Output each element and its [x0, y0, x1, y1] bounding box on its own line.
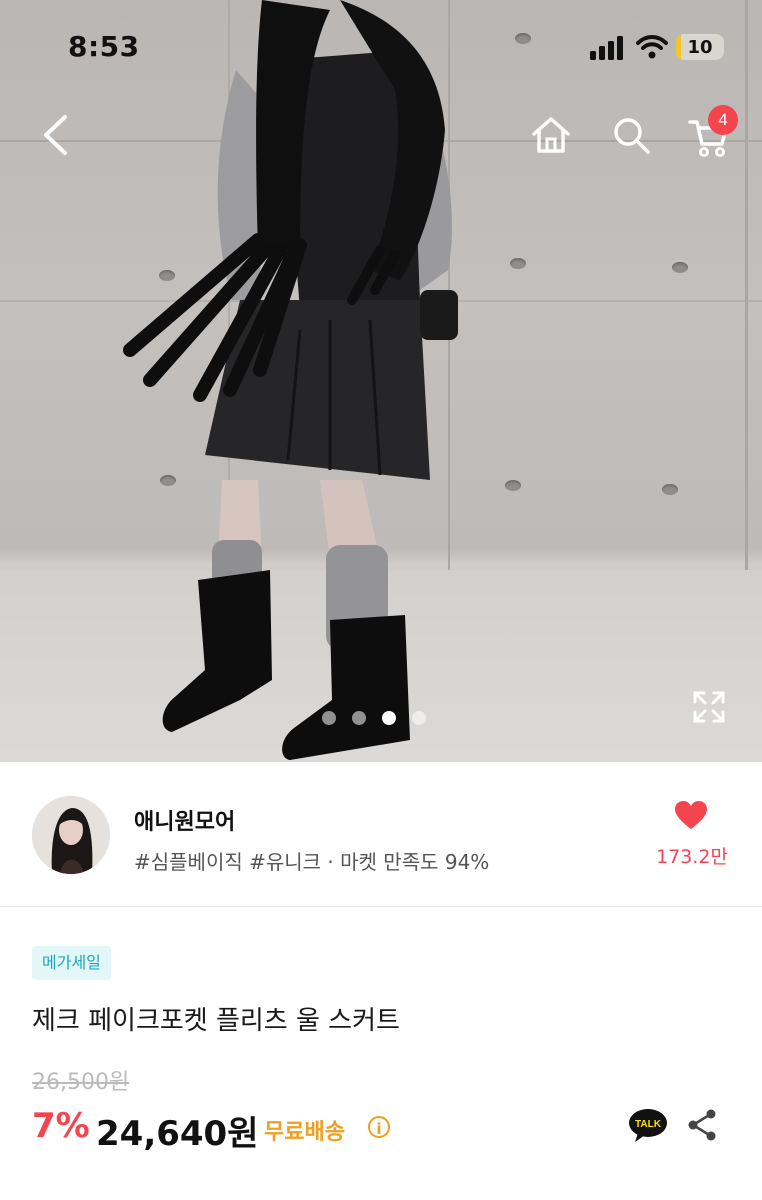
- wifi-icon: [636, 35, 668, 59]
- avatar-image: [32, 796, 110, 874]
- kakao-talk-button[interactable]: TALK: [628, 1108, 668, 1142]
- like-count: 173.2만: [656, 846, 728, 868]
- gallery-dot[interactable]: [322, 711, 336, 725]
- seller-avatar[interactable]: [32, 796, 110, 874]
- back-button[interactable]: [30, 108, 80, 162]
- search-icon: [614, 118, 650, 154]
- cellular-signal-icon: [590, 36, 623, 60]
- gallery-pagination: [322, 711, 426, 725]
- info-icon[interactable]: i: [368, 1116, 390, 1138]
- product-image[interactable]: 8:53 10 4: [0, 0, 762, 762]
- heart-icon: [675, 801, 707, 829]
- gallery-dot[interactable]: [352, 711, 366, 725]
- gallery-dot[interactable]: [382, 711, 396, 725]
- gallery-dot[interactable]: [412, 711, 426, 725]
- mega-sale-badge: 메가세일: [32, 946, 111, 980]
- shop-name[interactable]: 애니원모어: [134, 804, 235, 836]
- battery-percent: 10: [687, 37, 713, 58]
- status-bar: 8:53 10: [0, 0, 762, 96]
- home-button[interactable]: [526, 110, 576, 160]
- share-icon: [688, 1109, 716, 1141]
- share-button[interactable]: [686, 1108, 718, 1146]
- kakao-talk-icon: TALK: [629, 1109, 667, 1142]
- like-button[interactable]: [674, 800, 708, 834]
- sale-price: 24,640원: [96, 1114, 259, 1154]
- seller-section[interactable]: 애니원모어 #심플베이직 #유니크 · 마켓 만족도 94% 173.2만: [0, 762, 762, 907]
- original-price: 26,500원: [32, 1070, 130, 1095]
- status-time: 8:53: [68, 30, 140, 63]
- cart-count-badge: 4: [708, 105, 738, 135]
- talk-label: TALK: [635, 1119, 662, 1130]
- product-title: 제크 페이크포켓 플리츠 울 스커트: [32, 1006, 400, 1036]
- battery-indicator: 10: [676, 34, 724, 60]
- free-shipping-label: 무료배송: [264, 1120, 345, 1145]
- expand-button[interactable]: [692, 690, 726, 728]
- search-button[interactable]: [606, 110, 656, 160]
- home-icon: [532, 117, 570, 153]
- discount-rate: 7%: [32, 1106, 90, 1146]
- shop-tags: #심플베이직 #유니크 · 마켓 만족도 94%: [134, 850, 490, 874]
- expand-icon: [693, 691, 725, 723]
- back-icon: [44, 115, 67, 155]
